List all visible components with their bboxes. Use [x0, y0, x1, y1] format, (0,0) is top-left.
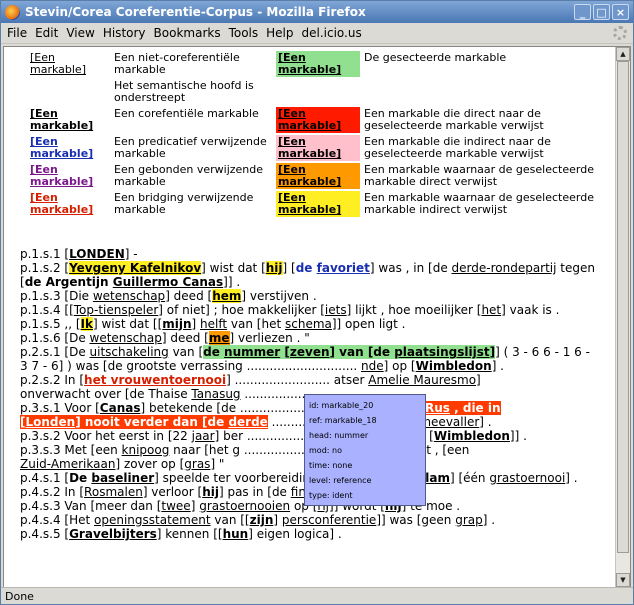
- legend-swatch-red[interactable]: [Een markable]: [278, 107, 341, 132]
- menu-history[interactable]: History: [103, 26, 146, 40]
- legend-meaning: Een markable die direct naar de geselect…: [364, 107, 544, 132]
- corpus-line: p.4.s.5 [Gravelbijters] kennen [[hun] ei…: [20, 527, 342, 541]
- menu-view[interactable]: View: [66, 26, 94, 40]
- legend-swatch-yellow[interactable]: [Een markable]: [278, 191, 341, 216]
- legend-sample[interactable]: [Een markable]: [30, 191, 93, 216]
- browser-window: Stevin/Corea Coreferentie-Corpus - Mozil…: [0, 0, 634, 605]
- menu-edit[interactable]: Edit: [35, 26, 58, 40]
- corpus-line: p.1.s.2 [Yevgeny Kafelnikov] wist dat [h…: [20, 261, 595, 275]
- corpus-line: p.2.s.1 [De uitschakeling van [de nummer…: [20, 345, 590, 359]
- legend-meaning: Een markable waarnaar de geselecteerde m…: [364, 191, 594, 216]
- legend-row: [Een markable] Een predicatief verwijzen…: [28, 135, 613, 161]
- legend-row: Het semantische hoofd is onderstreept: [28, 79, 613, 105]
- legend-row: [Een markable] Een bridging verwijzende …: [28, 191, 613, 217]
- menu-file[interactable]: File: [7, 26, 27, 40]
- vertical-scrollbar[interactable]: ▲ ▼: [615, 47, 630, 587]
- legend-sample[interactable]: [Een markable]: [30, 107, 93, 132]
- corpus-line: p.1.s.4 [[Top-tienspeler] of niet] ; hoe…: [20, 303, 560, 317]
- legend-desc: Een corefentiële markable: [114, 107, 259, 120]
- legend-swatch-pink[interactable]: [Een markable]: [278, 135, 341, 160]
- tooltip-line: mod: no: [309, 446, 342, 455]
- maximize-button[interactable]: □: [593, 4, 610, 20]
- legend-meaning: De gesecteerde markable: [364, 51, 507, 64]
- legend-meaning: Een markable waarnaar de geselecteerde m…: [364, 163, 594, 188]
- legend-sample[interactable]: [Een markable]: [30, 51, 86, 76]
- corpus-line: [de Argentijn Guillermo Canas]] .: [20, 275, 241, 289]
- corpus-line: p.1.s.5 ,, [Ik] wist dat [[mijn] helft v…: [20, 317, 406, 331]
- legend-desc: Het semantische hoofd is onderstreept: [114, 79, 254, 104]
- menu-delicious[interactable]: del.icio.us: [302, 26, 362, 40]
- legend-desc: Een bridging verwijzende markable: [114, 191, 254, 216]
- legend-swatch-green[interactable]: [Een markable]: [278, 51, 341, 76]
- menu-bookmarks[interactable]: Bookmarks: [154, 26, 221, 40]
- corpus-line: p.1.s.6 [De wetenschap] deed [me] verlie…: [20, 331, 310, 345]
- corpus-line: p.2.s.2 In [het vrouwentoernooi] .......…: [20, 373, 481, 387]
- tooltip-line: ref: markable_18: [309, 416, 377, 425]
- page-content: [Een markable] Een niet-coreferentiële m…: [4, 47, 615, 587]
- firefox-icon: [5, 4, 20, 20]
- markable-tooltip: id: markable_20 ref: markable_18 head: n…: [304, 394, 426, 506]
- menu-help[interactable]: Help: [266, 26, 293, 40]
- status-bar: Done: [1, 587, 633, 604]
- legend-table: [Een markable] Een niet-coreferentiële m…: [26, 49, 615, 219]
- tooltip-line: type: ident: [309, 491, 353, 500]
- corpus-line: 3 7 - 6] ) was [de grootste verrassing .…: [20, 359, 504, 373]
- legend-meaning: Een markable die indirect naar de gesele…: [364, 135, 551, 160]
- close-button[interactable]: ×: [612, 4, 629, 20]
- menu-bar: File Edit View History Bookmarks Tools H…: [1, 23, 633, 44]
- scroll-down-arrow-icon[interactable]: ▼: [616, 573, 630, 587]
- page-viewport: [Een markable] Een niet-coreferentiële m…: [3, 46, 631, 588]
- throbber-icon: [613, 26, 627, 40]
- legend-desc: Een niet-coreferentiële markable: [114, 51, 240, 76]
- legend-sample[interactable]: [Een markable]: [30, 135, 93, 160]
- menu-tools[interactable]: Tools: [229, 26, 259, 40]
- scroll-up-arrow-icon[interactable]: ▲: [616, 47, 630, 61]
- legend-row: [Een markable] Een niet-coreferentiële m…: [28, 51, 613, 77]
- corpus-line: p.4.s.4 [Het openingsstatement van [[zij…: [20, 513, 496, 527]
- tooltip-line: id: markable_20: [309, 401, 374, 410]
- legend-row: [Een markable] Een corefentiële markable…: [28, 107, 613, 133]
- legend-desc: Een predicatief verwijzende markable: [114, 135, 267, 160]
- title-bar: Stevin/Corea Coreferentie-Corpus - Mozil…: [1, 1, 633, 23]
- corpus-line: p.1.s.1 [LONDEN] -: [20, 247, 138, 261]
- window-title: Stevin/Corea Coreferentie-Corpus - Mozil…: [25, 5, 366, 19]
- corpus-line: p.1.s.3 [Die wetenschap] deed [hem] vers…: [20, 289, 317, 303]
- legend-row: [Een markable] Een gebonden verwijzende …: [28, 163, 613, 189]
- legend-swatch-orange[interactable]: [Een markable]: [278, 163, 341, 188]
- tooltip-line: head: nummer: [309, 431, 369, 440]
- minimize-button[interactable]: _: [574, 4, 591, 20]
- legend-sample[interactable]: [Een markable]: [30, 163, 93, 188]
- legend-desc: Een gebonden verwijzende markable: [114, 163, 264, 188]
- tooltip-line: time: none: [309, 461, 353, 470]
- scroll-thumb[interactable]: [617, 61, 629, 553]
- tooltip-line: level: reference: [309, 476, 372, 485]
